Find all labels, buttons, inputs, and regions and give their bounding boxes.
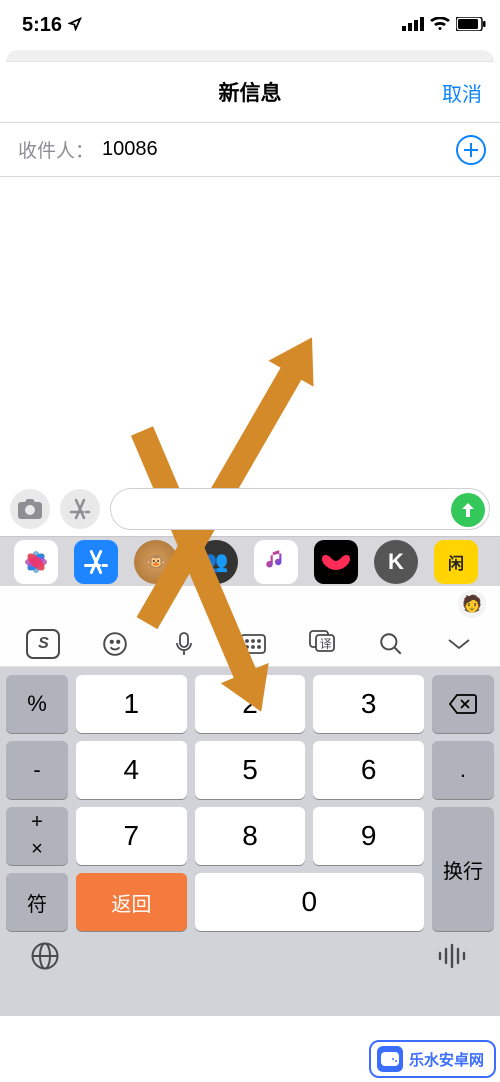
key-newline[interactable]: 换行 (432, 807, 494, 931)
sogou-button[interactable]: S (26, 629, 60, 659)
keyboard-bottom-row (6, 931, 494, 1016)
key-8[interactable]: 8 (195, 807, 306, 865)
recipient-row[interactable]: 收件人： 10086 (0, 122, 500, 177)
search-button[interactable] (377, 630, 405, 658)
xianyu-app-icon[interactable]: 闲 (434, 540, 478, 584)
key-symbols[interactable]: 符 (6, 873, 68, 931)
keyboard-accessory-row: 🧑 (0, 586, 500, 621)
nav-bar: 新信息 取消 (0, 62, 500, 122)
imessage-app-strip[interactable]: 🐵 👥 K 闲 (0, 536, 500, 586)
camera-icon (18, 499, 42, 519)
translate-button[interactable]: 译 (308, 630, 336, 658)
signal-icon (402, 14, 424, 37)
key-backspace[interactable] (432, 675, 494, 733)
key-dot[interactable]: . (432, 741, 494, 799)
watermark-logo: 乐水安卓网 (369, 1040, 496, 1078)
key-return[interactable]: 返回 (76, 873, 187, 931)
cancel-button[interactable]: 取消 (442, 78, 482, 107)
send-button[interactable] (451, 493, 485, 527)
page-title: 新信息 (219, 77, 282, 107)
klook-app-icon[interactable]: K (374, 540, 418, 584)
recipient-label: 收件人： (18, 136, 94, 163)
key-7[interactable]: 7 (76, 807, 187, 865)
key-0[interactable]: 0 (195, 873, 424, 931)
plus-icon (462, 141, 480, 159)
numeric-keyboard: % 1 2 3 - 4 5 6 . + × 7 8 9 换行 符 返回 0 (0, 667, 500, 1016)
fitness-app-icon[interactable] (314, 540, 358, 584)
key-minus[interactable]: - (6, 741, 68, 799)
key-5[interactable]: 5 (195, 741, 306, 799)
appstore-button[interactable] (60, 489, 100, 529)
dismiss-keyboard-button[interactable] (445, 630, 473, 658)
mic-wave-icon (434, 943, 470, 969)
key-9[interactable]: 9 (313, 807, 424, 865)
music-app-icon[interactable] (254, 540, 298, 584)
memoji-bubble-icon[interactable]: 🧑 (458, 590, 486, 618)
sheet-grabber (6, 50, 494, 62)
gamepad-icon (377, 1046, 403, 1072)
key-4[interactable]: 4 (76, 741, 187, 799)
appstore-a-icon (68, 497, 92, 521)
appstore-app-icon[interactable] (74, 540, 118, 584)
emoji-button[interactable] (101, 630, 129, 658)
wifi-icon (430, 14, 450, 37)
camera-button[interactable] (10, 489, 50, 529)
arrow-up-icon (459, 501, 477, 519)
globe-button[interactable] (30, 941, 60, 976)
key-plus-mult[interactable]: + × (6, 807, 68, 865)
compose-row (0, 482, 500, 536)
status-bar: 5:16 (0, 0, 500, 50)
message-input[interactable] (110, 488, 490, 530)
globe-icon (30, 941, 60, 971)
battery-icon (456, 14, 486, 37)
key-percent[interactable]: % (6, 675, 68, 733)
mic-button[interactable] (170, 630, 198, 658)
recipient-value[interactable]: 10086 (102, 138, 456, 161)
backspace-icon (448, 693, 478, 715)
key-3[interactable]: 3 (313, 675, 424, 733)
key-6[interactable]: 6 (313, 741, 424, 799)
status-time: 5:16 (22, 14, 82, 37)
photos-app-icon[interactable] (14, 540, 58, 584)
dictation-button[interactable] (434, 943, 470, 974)
key-1[interactable]: 1 (76, 675, 187, 733)
status-right (402, 14, 486, 37)
message-body-area (0, 177, 500, 482)
add-contact-button[interactable] (456, 135, 486, 165)
